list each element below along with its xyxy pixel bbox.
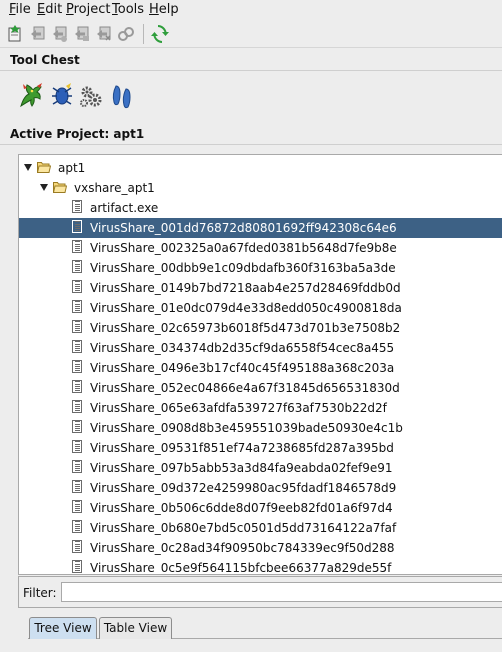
expand-toggle-icon[interactable] (40, 184, 48, 191)
menu-tools[interactable]: Tools (112, 2, 144, 18)
document-icon (72, 200, 82, 213)
filter-bar: Filter: (18, 576, 502, 608)
open-project-icon[interactable] (28, 24, 48, 44)
document-icon (72, 480, 82, 493)
footprints-icon[interactable] (110, 82, 134, 110)
tree-file-row[interactable]: artifact.exe (19, 198, 502, 218)
tree-item-label: VirusShare_09531f851ef74a7238685fd287a39… (90, 441, 394, 455)
tree-file-row[interactable]: VirusShare_0908d8b3e459551039bade50930e4… (19, 418, 502, 438)
document-icon (72, 380, 82, 393)
tree-file-row[interactable]: VirusShare_09531f851ef74a7238685fd287a39… (19, 438, 502, 458)
divider (0, 70, 502, 71)
menu-file[interactable]: File (9, 2, 31, 18)
tab-tree-view[interactable]: Tree View (29, 617, 97, 639)
tree-file-row[interactable]: VirusShare_002325a0a67fded0381b5648d7fe9… (19, 238, 502, 258)
document-icon (72, 260, 82, 273)
tree-item-label: VirusShare_0908d8b3e459551039bade50930e4… (90, 421, 403, 435)
document-icon (72, 220, 82, 233)
document-icon (72, 280, 82, 293)
tool-chest-title: Tool Chest (10, 53, 80, 67)
toolbar-separator (143, 24, 144, 44)
tree-item-label: VirusShare_0149b7bd7218aab4e257d28469fdd… (90, 281, 401, 295)
tree-root-row[interactable]: apt1 (19, 158, 502, 178)
filter-input[interactable] (61, 582, 502, 602)
tree-file-row[interactable]: VirusShare_034374db2d35cf9da6558f54cec8a… (19, 338, 502, 358)
tree-folder-row[interactable]: vxshare_apt1 (19, 178, 502, 198)
tree-file-row[interactable]: VirusShare_0c5e9f564115bfcbee66377a829de… (19, 558, 502, 575)
tree-file-row[interactable]: VirusShare_02c65973b6018f5d473d701b3e750… (19, 318, 502, 338)
new-project-icon[interactable] (6, 24, 26, 44)
project-tree[interactable]: apt1 vxshare_apt1 artifact.exe VirusShar… (18, 154, 502, 575)
tree-file-row[interactable]: VirusShare_0c28ad34f90950bc784339ec9f50d… (19, 538, 502, 558)
tree-file-row[interactable]: VirusShare_0b506c6dde8d07f9eeb82fd01a6f9… (19, 498, 502, 518)
tree-item-label: VirusShare_0b506c6dde8d07f9eeb82fd01a6f9… (90, 501, 393, 515)
tree-file-row[interactable]: VirusShare_00dbb9e1c09dbdafb360f3163ba5a… (19, 258, 502, 278)
tree-item-label: VirusShare_097b5abb53a3d84fa9eabda02fef9… (90, 461, 393, 475)
document-icon (72, 320, 82, 333)
tree-file-row[interactable]: VirusShare_065e63afdfa539727f63af7530b22… (19, 398, 502, 418)
document-icon (72, 500, 82, 513)
filter-label: Filter: (23, 586, 57, 600)
dragon-icon[interactable] (17, 80, 45, 110)
tree-file-row[interactable]: VirusShare_0496e3b17cf40c45f495188a368c2… (19, 358, 502, 378)
tree-item-label: vxshare_apt1 (74, 181, 155, 195)
tree-item-label: VirusShare_034374db2d35cf9da6558f54cec8a… (90, 341, 395, 355)
tree-item-label: VirusShare_02c65973b6018f5d473d701b3e750… (90, 321, 401, 335)
tree-item-label: VirusShare_09d372e4259980ac95fdadf184657… (90, 481, 397, 495)
document-icon (72, 520, 82, 533)
link-icon[interactable] (116, 24, 136, 44)
tree-file-row[interactable]: VirusShare_09d372e4259980ac95fdadf184657… (19, 478, 502, 498)
refresh-icon[interactable] (150, 24, 170, 44)
document-icon (72, 340, 82, 353)
document-icon (72, 420, 82, 433)
version-tracking-gears-icon[interactable] (79, 84, 103, 108)
tree-file-row[interactable]: VirusShare_0149b7bd7218aab4e257d28469fdd… (19, 278, 502, 298)
tree-item-label: VirusShare_065e63afdfa539727f63af7530b22… (90, 401, 387, 415)
tree-item-label: VirusShare_01e0dc079d4e33d8edd050c490081… (90, 301, 402, 315)
toolbar (0, 20, 502, 48)
tree-item-label: VirusShare_0c28ad34f90950bc784339ec9f50d… (90, 541, 395, 555)
tab-table-view[interactable]: Table View (99, 617, 172, 639)
document-icon (72, 360, 82, 373)
tree-file-row[interactable]: VirusShare_01e0dc079d4e33d8edd050c490081… (19, 298, 502, 318)
tree-item-label: VirusShare_0c5e9f564115bfcbee66377a829de… (90, 561, 392, 575)
tree-file-row[interactable]: VirusShare_097b5abb53a3d84fa9eabda02fef9… (19, 458, 502, 478)
document-icon (72, 440, 82, 453)
document-icon (72, 300, 82, 313)
menu-bar: File Edit Project Tools Help (0, 0, 502, 20)
folder-open-icon (53, 182, 67, 193)
import-icon[interactable] (50, 24, 70, 44)
document-icon (72, 400, 82, 413)
expand-toggle-icon[interactable] (24, 164, 32, 171)
tree-file-row-selected[interactable]: VirusShare_001dd76872d80801692ff942308c6… (19, 218, 502, 238)
menu-help[interactable]: Help (149, 2, 179, 18)
tree-item-label: VirusShare_052ec04866e4a67f31845d6565318… (90, 381, 400, 395)
document-icon (72, 460, 82, 473)
folder-open-icon (37, 162, 51, 173)
debugger-bug-icon[interactable] (50, 82, 74, 108)
tree-item-label: VirusShare_00dbb9e1c09dbdafb360f3163ba5a… (90, 261, 396, 275)
menu-project[interactable]: Project (66, 2, 111, 18)
tree-item-label: artifact.exe (90, 201, 159, 215)
tree-item-label: VirusShare_0b680e7bd5c0501d5dd73164122a7… (90, 521, 397, 535)
tree-file-row[interactable]: VirusShare_0b680e7bd5c0501d5dd73164122a7… (19, 518, 502, 538)
divider (0, 144, 502, 145)
tree-file-row[interactable]: VirusShare_052ec04866e4a67f31845d6565318… (19, 378, 502, 398)
tree-item-label: VirusShare_002325a0a67fded0381b5648d7fe9… (90, 241, 397, 255)
menu-edit[interactable]: Edit (37, 2, 62, 18)
document-icon (72, 540, 82, 553)
tab-label: Tree View (34, 621, 92, 635)
export-icon[interactable] (72, 24, 92, 44)
document-icon (72, 240, 82, 253)
tree-item-label: VirusShare_001dd76872d80801692ff942308c6… (90, 221, 397, 235)
tab-label: Table View (103, 621, 168, 635)
tree-item-label: apt1 (58, 161, 86, 175)
archive-icon[interactable] (94, 24, 114, 44)
active-project-title: Active Project: apt1 (10, 127, 145, 141)
tree-item-label: VirusShare_0496e3b17cf40c45f495188a368c2… (90, 361, 395, 375)
document-icon (72, 560, 82, 573)
